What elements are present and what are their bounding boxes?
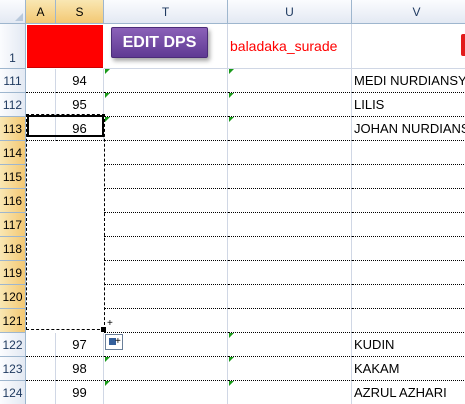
row-header-1[interactable]: 1	[0, 24, 26, 69]
cell-u[interactable]	[228, 285, 352, 309]
cell-t[interactable]	[104, 309, 228, 333]
red-header-cell[interactable]	[27, 25, 103, 68]
cell-indicator-icon	[105, 357, 110, 362]
cell-u[interactable]	[228, 117, 352, 141]
cell-s-value: 94	[72, 73, 87, 88]
cell-u[interactable]	[228, 333, 352, 357]
cell-v[interactable]	[352, 285, 465, 309]
cell-t[interactable]	[104, 141, 228, 165]
cell-indicator-icon	[229, 117, 234, 122]
cell-u[interactable]	[228, 165, 352, 189]
select-all-corner[interactable]	[0, 0, 26, 24]
cell-v-value: AZRUL AZHARI	[354, 385, 447, 400]
cell-a[interactable]	[26, 69, 56, 93]
cell-u[interactable]	[228, 357, 352, 381]
cell-t[interactable]	[104, 189, 228, 213]
cell-t[interactable]	[104, 69, 228, 93]
row-header-119[interactable]: 119	[0, 261, 26, 285]
cell-indicator-icon	[229, 93, 234, 98]
cell-t[interactable]	[104, 117, 228, 141]
row-header-114[interactable]: 114	[0, 141, 26, 165]
column-header-s[interactable]: S	[56, 0, 104, 24]
cell-t[interactable]	[104, 93, 228, 117]
fill-handle[interactable]	[101, 327, 106, 332]
row-header-118[interactable]: 118	[0, 237, 26, 261]
cell-a[interactable]	[26, 357, 56, 381]
spreadsheet-grid: A S T U V 1 EDIT DPS baladaka_surade 111…	[0, 0, 465, 404]
cell-t[interactable]	[104, 261, 228, 285]
cell-u[interactable]	[228, 141, 352, 165]
cell-indicator-icon	[105, 381, 110, 386]
cell-u[interactable]	[228, 213, 352, 237]
cell-v[interactable]	[352, 261, 465, 285]
cell-indicator-icon	[229, 357, 234, 362]
cell-u1-text: baladaka_surade	[230, 38, 338, 54]
cell-v-value: KAKAM	[354, 361, 400, 376]
cell-u[interactable]	[228, 381, 352, 404]
cell-indicator-icon	[229, 333, 234, 338]
cell-u[interactable]	[228, 93, 352, 117]
selection-range[interactable]	[26, 114, 105, 330]
cell-u[interactable]	[228, 237, 352, 261]
row-header-115[interactable]: 115	[0, 165, 26, 189]
cell-v-value: MEDI NURDIANSYA	[354, 73, 465, 88]
cell-t[interactable]	[104, 381, 228, 404]
row-header-121[interactable]: 121	[0, 309, 26, 333]
column-header-a[interactable]: A	[26, 0, 56, 24]
cell-u[interactable]	[228, 261, 352, 285]
cell-v[interactable]	[352, 165, 465, 189]
cell-s-value: 99	[72, 385, 87, 400]
cell-u[interactable]	[228, 189, 352, 213]
cell-indicator-icon	[105, 93, 110, 98]
cell-t[interactable]	[104, 285, 228, 309]
row-header-123[interactable]: 123	[0, 357, 26, 381]
crosshair-cursor-icon: +	[107, 318, 113, 329]
cell-t[interactable]	[104, 357, 228, 381]
cell-indicator-icon	[105, 117, 110, 122]
row-header-112[interactable]: 112	[0, 93, 26, 117]
cell-a[interactable]	[26, 381, 56, 404]
cell-s-value: 98	[72, 361, 87, 376]
cell-a[interactable]	[26, 333, 56, 357]
row-header-124[interactable]: 124	[0, 381, 26, 404]
cell-v-value: JOHAN NURDIANS	[354, 121, 465, 136]
cell-indicator-icon	[229, 381, 234, 386]
edit-dps-button[interactable]: EDIT DPS	[111, 27, 208, 58]
autofill-options-icon[interactable]	[105, 334, 123, 350]
column-header-u[interactable]: U	[228, 0, 352, 24]
cell-v-value: KUDIN	[354, 337, 395, 352]
column-header-v[interactable]: V	[352, 0, 465, 24]
cell-t[interactable]	[104, 237, 228, 261]
cell-t[interactable]	[104, 213, 228, 237]
row-header-117[interactable]: 117	[0, 213, 26, 237]
partial-button-edge[interactable]	[461, 34, 465, 56]
cell-v[interactable]	[352, 213, 465, 237]
cell-t[interactable]	[104, 165, 228, 189]
cell-v[interactable]	[352, 237, 465, 261]
cell-v[interactable]	[352, 189, 465, 213]
cell-indicator-icon	[105, 69, 110, 74]
cell-v1[interactable]	[352, 24, 465, 69]
row-header-122[interactable]: 122	[0, 333, 26, 357]
active-cell[interactable]	[27, 115, 104, 137]
cell-v-value: LILIS	[354, 97, 385, 112]
row-header-120[interactable]: 120	[0, 285, 26, 309]
row-header-116[interactable]: 116	[0, 189, 26, 213]
cell-v[interactable]	[352, 309, 465, 333]
cell-u[interactable]	[228, 309, 352, 333]
cell-indicator-icon	[229, 69, 234, 74]
cell-s-value: 95	[72, 97, 87, 112]
cell-s-value: 97	[72, 337, 87, 352]
row-header-111[interactable]: 111	[0, 69, 26, 93]
cell-v[interactable]	[352, 141, 465, 165]
column-header-t[interactable]: T	[104, 0, 228, 24]
cell-u[interactable]	[228, 69, 352, 93]
row-header-113[interactable]: 113	[0, 117, 26, 141]
